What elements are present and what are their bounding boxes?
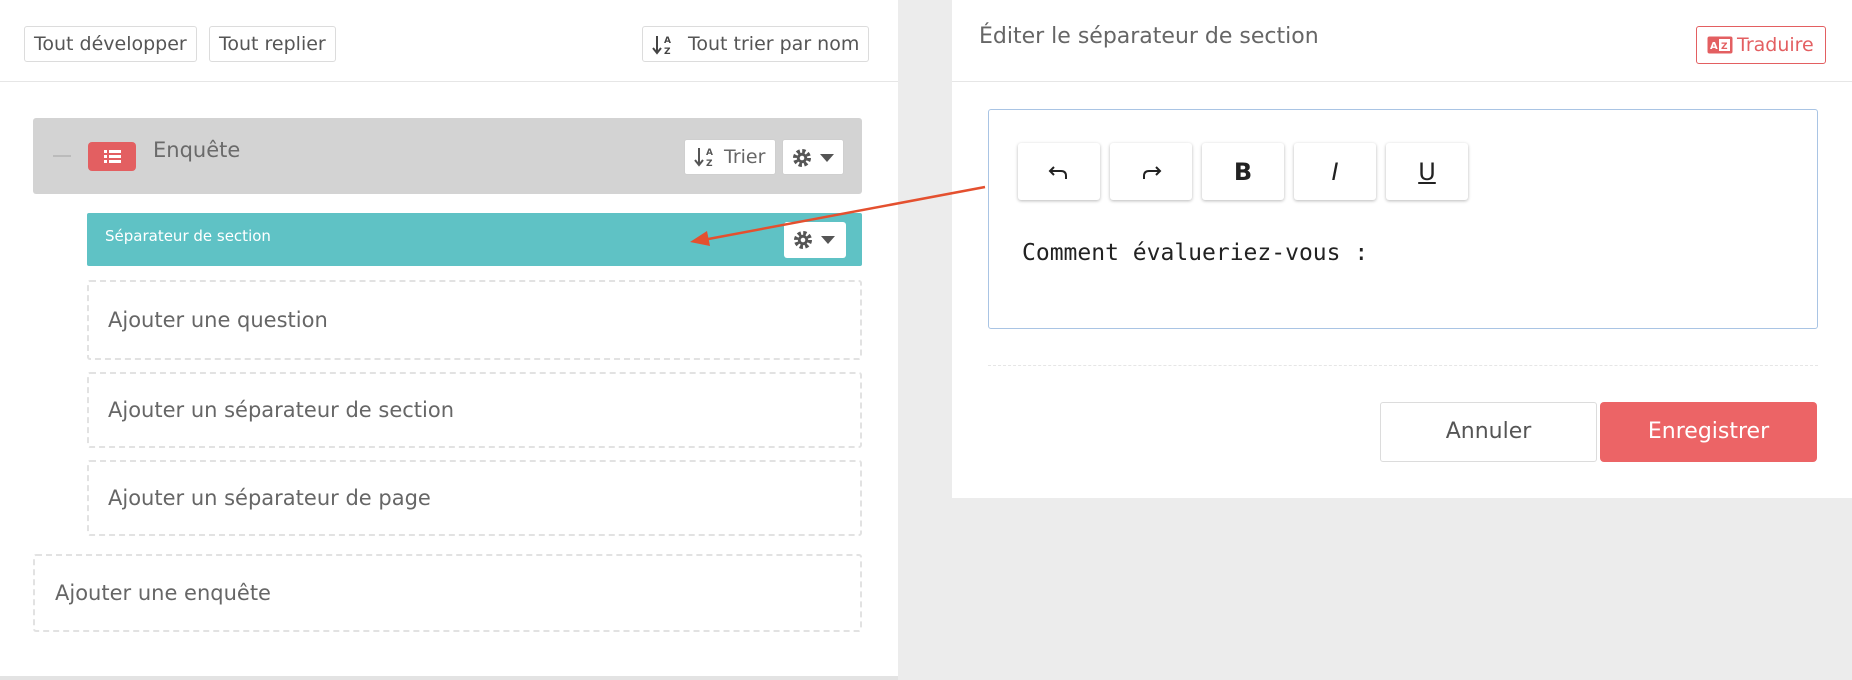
annotation-arrow — [690, 185, 986, 246]
